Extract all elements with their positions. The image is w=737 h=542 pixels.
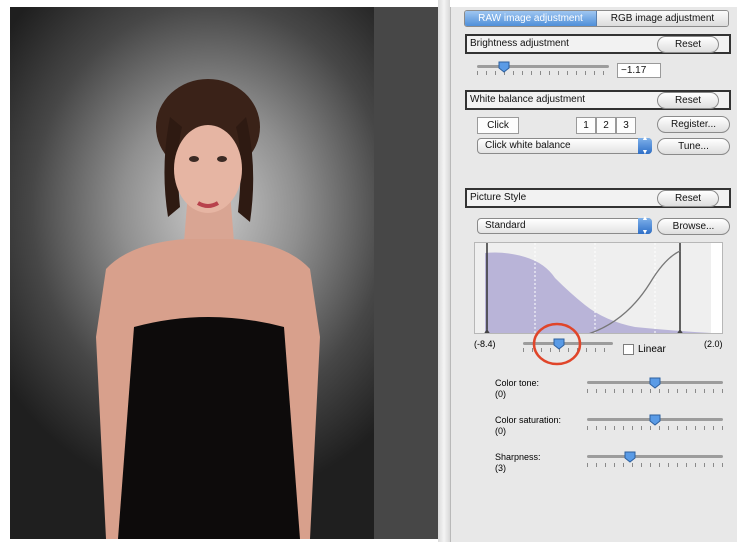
adjustment-tabbar: RAW image adjustment RGB image adjustmen…	[464, 10, 729, 27]
brightness-slider-ticks	[477, 71, 609, 75]
select-arrows-icon: ▲ ▼	[638, 135, 652, 156]
brightness-section-header: Brightness adjustment Reset	[465, 34, 731, 54]
white-balance-slot-2-button[interactable]: 2	[596, 117, 616, 134]
white-balance-reset-button[interactable]: Reset	[657, 92, 719, 109]
white-balance-tune-button[interactable]: Tune...	[657, 138, 730, 155]
brightness-reset-button[interactable]: Reset	[657, 36, 719, 53]
white-balance-title: White balance adjustment	[470, 94, 586, 105]
picture-style-browse-button[interactable]: Browse...	[657, 218, 730, 235]
picture-style-title: Picture Style	[470, 192, 527, 203]
sharpness-slider-ticks	[587, 463, 723, 467]
portrait-photo	[10, 7, 374, 539]
color-tone-value: (0)	[495, 389, 506, 399]
histogram-tone-curve[interactable]	[474, 242, 723, 334]
picture-style-value: Standard	[485, 220, 526, 231]
color-tone-label: Color tone:	[495, 378, 540, 388]
picture-style-select[interactable]: Standard ▲ ▼	[477, 215, 652, 236]
color-tone-slider-ticks	[587, 389, 723, 393]
white-balance-mode-select[interactable]: Click white balance ▲ ▼	[477, 135, 652, 156]
histogram-graph	[484, 243, 722, 333]
picture-style-section-header: Picture Style Reset	[465, 188, 731, 208]
tab-raw-image-adjustment[interactable]: RAW image adjustment	[465, 11, 597, 26]
white-balance-slot-3-button[interactable]: 3	[616, 117, 636, 134]
dynamic-range-min-label: (-8.4)	[474, 339, 496, 349]
color-tone-slider-thumb[interactable]	[649, 377, 661, 389]
sharpness-slider-track[interactable]	[587, 455, 723, 458]
white-balance-mode-value: Click white balance	[485, 140, 571, 151]
brightness-slider-track[interactable]	[477, 65, 609, 68]
linear-checkbox[interactable]	[623, 344, 634, 355]
dynamic-range-max-label: (2.0)	[704, 339, 723, 349]
sharpness-slider-thumb[interactable]	[624, 451, 636, 463]
color-saturation-label: Color saturation:	[495, 415, 562, 425]
brightness-value-field[interactable]: −1.17	[617, 63, 661, 78]
app-window: RAW image adjustment RGB image adjustmen…	[0, 0, 737, 542]
brightness-slider-thumb[interactable]	[498, 61, 510, 73]
tab-rgb-image-adjustment[interactable]: RGB image adjustment	[597, 11, 728, 26]
white-balance-slot-1-button[interactable]: 1	[576, 117, 596, 134]
white-balance-register-button[interactable]: Register...	[657, 116, 730, 133]
portrait-image	[96, 79, 320, 539]
color-saturation-slider-thumb[interactable]	[649, 414, 661, 426]
brightness-title: Brightness adjustment	[470, 38, 569, 49]
highlight-circle-annotation	[532, 322, 582, 366]
linear-label: Linear	[638, 344, 666, 355]
picture-style-reset-button[interactable]: Reset	[657, 190, 719, 207]
sharpness-value: (3)	[495, 463, 506, 473]
panel-splitter[interactable]	[438, 0, 450, 542]
white-balance-section-header: White balance adjustment Reset	[465, 90, 731, 110]
color-saturation-value: (0)	[495, 426, 506, 436]
white-balance-click-button[interactable]: Click	[477, 117, 519, 134]
select-arrows-icon: ▲ ▼	[638, 215, 652, 236]
image-preview-area	[10, 7, 447, 539]
sharpness-label: Sharpness:	[495, 452, 541, 462]
color-saturation-slider-ticks	[587, 426, 723, 430]
